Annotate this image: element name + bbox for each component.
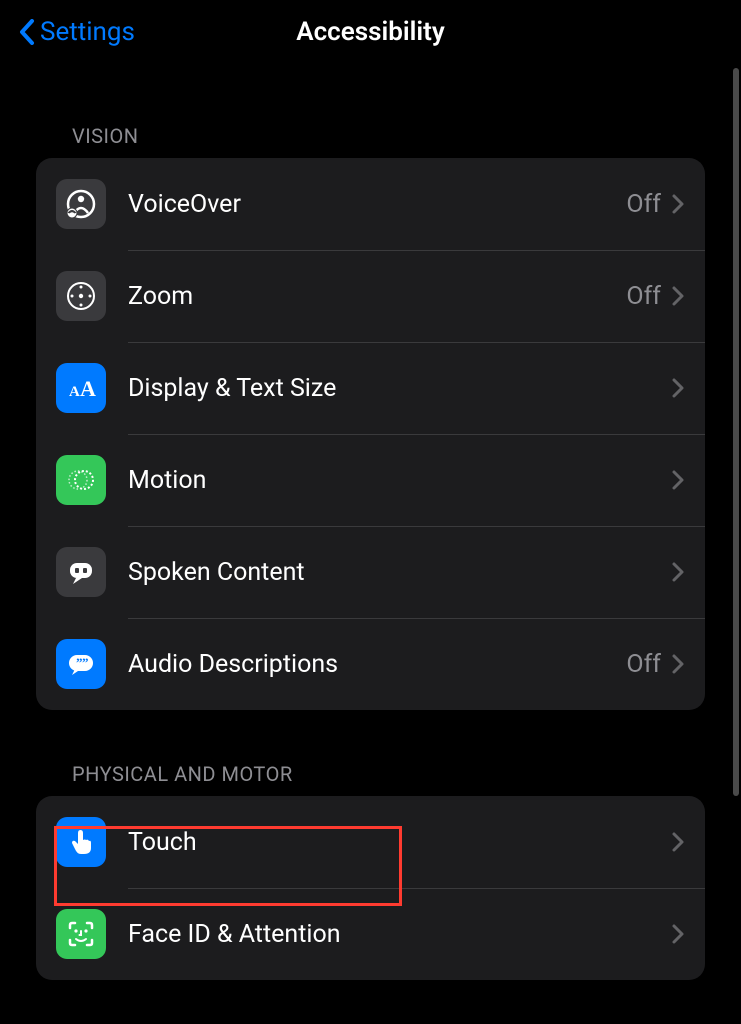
- row-value: Off: [626, 650, 661, 679]
- section-vision: VoiceOver Off Zoom Off: [36, 158, 705, 710]
- chevron-right-icon: [671, 653, 685, 675]
- row-spoken-content[interactable]: Spoken Content: [36, 526, 705, 618]
- content-scroll[interactable]: VISION VoiceOver Off: [0, 124, 741, 980]
- row-label: Face ID & Attention: [128, 920, 671, 949]
- chevron-right-icon: [671, 285, 685, 307]
- spoken-icon: [56, 547, 106, 597]
- section-header-physical: PHYSICAL AND MOTOR: [36, 762, 705, 796]
- row-label: Touch: [128, 828, 671, 857]
- svg-text:A: A: [80, 376, 96, 401]
- svg-text:”: ”: [82, 655, 89, 670]
- chevron-right-icon: [671, 561, 685, 583]
- chevron-right-icon: [671, 923, 685, 945]
- nav-header: Settings Accessibility: [0, 0, 741, 64]
- voiceover-icon: [56, 179, 106, 229]
- zoom-icon: [56, 271, 106, 321]
- back-label: Settings: [40, 17, 135, 47]
- row-label: Zoom: [128, 282, 626, 311]
- chevron-right-icon: [671, 831, 685, 853]
- back-button[interactable]: Settings: [18, 17, 135, 47]
- row-value: Off: [626, 282, 661, 311]
- row-value: Off: [626, 190, 661, 219]
- svg-text:A: A: [69, 384, 80, 400]
- row-label: Display & Text Size: [128, 374, 671, 403]
- chevron-right-icon: [671, 377, 685, 399]
- row-zoom[interactable]: Zoom Off: [36, 250, 705, 342]
- motion-icon: [56, 455, 106, 505]
- chevron-right-icon: [671, 469, 685, 491]
- row-faceid-attention[interactable]: Face ID & Attention: [36, 888, 705, 980]
- section-header-vision: VISION: [36, 124, 705, 158]
- row-display-text-size[interactable]: A A Display & Text Size: [36, 342, 705, 434]
- row-label: Spoken Content: [128, 558, 671, 587]
- page-title: Accessibility: [296, 17, 444, 47]
- touch-icon: [56, 817, 106, 867]
- chevron-right-icon: [671, 193, 685, 215]
- textsize-icon: A A: [56, 363, 106, 413]
- row-label: Motion: [128, 466, 671, 495]
- faceid-icon: [56, 909, 106, 959]
- audiodesc-icon: ” ”: [56, 639, 106, 689]
- row-motion[interactable]: Motion: [36, 434, 705, 526]
- row-audio-descriptions[interactable]: ” ” Audio Descriptions Off: [36, 618, 705, 710]
- row-voiceover[interactable]: VoiceOver Off: [36, 158, 705, 250]
- section-physical: Touch Face ID & Attention: [36, 796, 705, 980]
- row-touch[interactable]: Touch: [36, 796, 705, 888]
- row-label: VoiceOver: [128, 190, 626, 219]
- chevron-left-icon: [18, 18, 36, 46]
- scrollbar[interactable]: [733, 68, 739, 796]
- row-label: Audio Descriptions: [128, 650, 626, 679]
